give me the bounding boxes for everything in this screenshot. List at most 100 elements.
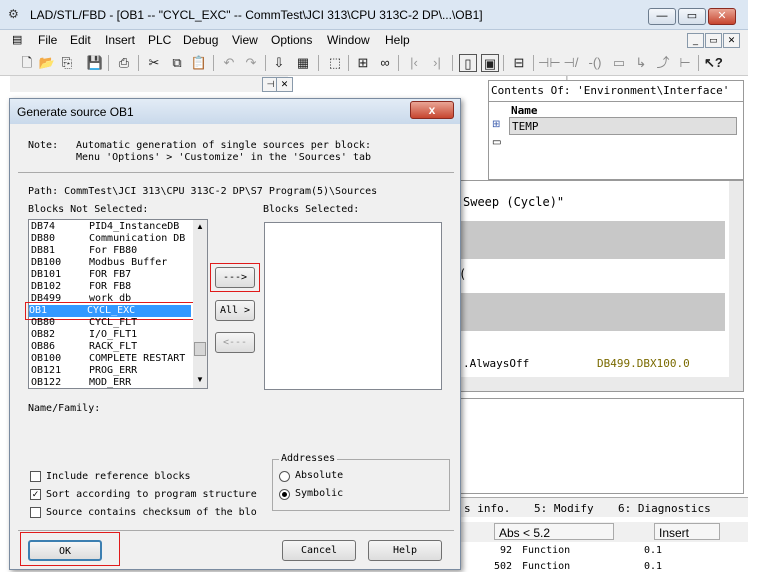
block-list-item[interactable]: DB101 FOR FB7 <box>31 269 191 281</box>
block-list-item[interactable]: OB80 CYCL_FLT <box>31 317 191 329</box>
include-reference-checkbox[interactable] <box>30 471 41 482</box>
block-icon[interactable]: ⊟ <box>510 54 528 72</box>
pane-close-button[interactable]: ✕ <box>276 77 293 92</box>
mdi-minimize-button[interactable]: _ <box>687 33 704 48</box>
network2-icon[interactable]: ⊞ <box>354 54 372 72</box>
block-list-item[interactable]: DB80 Communication DB <box>31 233 191 245</box>
print-icon[interactable]: ⎙ <box>115 54 133 72</box>
jump-back-icon[interactable]: |‹ <box>405 54 423 72</box>
toolbar: 🗋 📂 ⎘ 💾 ⎙ ✂ ⧉ 📋 ↶ ↷ ⇩ ▦ ⬚ ⊞ ∞ |‹ ›| ▯ ▣ … <box>0 50 748 88</box>
mdi-restore-button[interactable]: ▭ <box>705 33 722 48</box>
scroll-up-icon[interactable]: ▲ <box>196 222 204 231</box>
interface-row-temp[interactable]: TEMP <box>509 117 737 135</box>
new-icon[interactable]: 🗋 <box>18 54 36 72</box>
select-icon[interactable]: ⬚ <box>326 54 344 72</box>
branch-open-icon[interactable]: ↳ <box>632 54 650 72</box>
toolbar-separator <box>348 55 349 71</box>
blocks-selected-label: Blocks Selected: <box>263 204 360 215</box>
block-id: OB100 <box>31 353 62 364</box>
blocks-not-selected-list[interactable]: DB74 PID4_InstanceDB DB80 Communication DB D… <box>25 219 208 389</box>
addresses-group: Addresses Absolute Symbolic <box>272 453 450 511</box>
block-id: DB81 <box>31 245 56 256</box>
load-icon[interactable]: ⇩ <box>270 54 288 72</box>
dialog-close-button[interactable]: x <box>410 101 454 119</box>
block-list-item[interactable]: OB122 MOD_ERR <box>31 377 191 389</box>
close-button[interactable]: ✕ <box>708 8 736 25</box>
cancel-button[interactable]: Cancel <box>282 540 356 561</box>
box-icon[interactable]: ▭ <box>610 54 628 72</box>
menu-edit[interactable]: Edit <box>70 33 91 47</box>
code-address: DB499.DBX100.0 <box>597 357 690 370</box>
block-id: DB74 <box>31 221 56 232</box>
monitor-icon[interactable]: ▦ <box>294 54 312 72</box>
symbolic-radio[interactable] <box>279 489 290 500</box>
remove-block-button[interactable]: <--- <box>215 332 255 353</box>
list-scrollbar[interactable]: ▲ ▼ <box>193 220 207 388</box>
add-all-button[interactable]: All > <box>215 300 255 321</box>
menu-plc[interactable]: PLC <box>148 33 171 47</box>
menu-insert[interactable]: Insert <box>105 33 135 47</box>
copy-icon[interactable]: ⧉ <box>168 54 186 72</box>
block-list-item[interactable]: OB121 PROG_ERR <box>31 365 191 377</box>
block-list-item[interactable]: DB81 For FB80 <box>31 245 191 257</box>
code-vertical-scrollbar[interactable] <box>729 181 743 377</box>
code-horizontal-scrollbar[interactable] <box>459 377 743 391</box>
code-editor[interactable]: Sweep (Cycle)" ( .AlwaysOff DB499.DBX100… <box>458 180 744 392</box>
row-type: Function <box>522 545 571 556</box>
cut-icon[interactable]: ✂ <box>145 54 163 72</box>
help-icon[interactable]: ↖? <box>704 54 723 72</box>
paste-icon[interactable]: 📋 <box>190 54 208 72</box>
block-list-item[interactable]: DB74 PID4_InstanceDB <box>31 221 191 233</box>
tab-diagnostics[interactable]: 6: Diagnostics <box>618 502 711 515</box>
jump-fwd-icon[interactable]: ›| <box>428 54 446 72</box>
block-list-item[interactable]: DB102 FOR FB8 <box>31 281 191 293</box>
block-id: DB101 <box>31 269 62 280</box>
details-icon[interactable]: ▣ <box>481 54 499 72</box>
menu-help[interactable]: Help <box>385 33 410 47</box>
menu-options[interactable]: Options <box>271 33 312 47</box>
block-name: COMPLETE RESTART <box>89 353 186 364</box>
scroll-thumb[interactable] <box>194 342 206 356</box>
open-icon[interactable]: 📂 <box>38 54 56 72</box>
checksum-checkbox[interactable] <box>30 507 41 518</box>
menu-view[interactable]: View <box>232 33 258 47</box>
maximize-button[interactable]: ▭ <box>678 8 706 25</box>
sort-structure-checkbox[interactable]: ✓ <box>30 489 41 500</box>
toolbar-separator <box>398 55 399 71</box>
network-icon[interactable]: ⎘ <box>58 54 76 72</box>
block-name: For FB80 <box>89 245 138 256</box>
window-title: LAD/STL/FBD - [OB1 -- "CYCL_EXC" -- Comm… <box>30 8 483 22</box>
scroll-down-icon[interactable]: ▼ <box>196 375 204 384</box>
block-list-item[interactable]: OB100 COMPLETE RESTART <box>31 353 191 365</box>
tab-info[interactable]: s info. <box>464 502 510 515</box>
contact-nc-icon[interactable]: ⊣/⊢ <box>562 54 580 88</box>
declaration-icon: ▭ <box>492 137 502 148</box>
menu-window[interactable]: Window <box>327 33 370 47</box>
glasses-icon[interactable]: ∞ <box>376 54 394 72</box>
tab-modify[interactable]: 5: Modify <box>534 502 594 515</box>
block-id: OB82 <box>31 329 56 340</box>
absolute-radio[interactable] <box>279 471 290 482</box>
redo-icon[interactable]: ↷ <box>242 54 260 72</box>
menu-file[interactable]: File <box>38 33 57 47</box>
block-list-item[interactable]: DB100 Modbus Buffer <box>31 257 191 269</box>
block-name: FOR FB7 <box>89 269 132 280</box>
save-icon[interactable]: 💾 <box>86 54 104 72</box>
connection-icon[interactable]: ⊢ <box>676 54 694 72</box>
block-list-item[interactable]: OB86 RACK_FLT <box>31 341 191 353</box>
overview-pane-header: ⊣ ✕ <box>10 76 293 92</box>
overview-icon[interactable]: ▯ <box>459 54 477 72</box>
contact-no-icon[interactable]: ⊣⊢ <box>538 54 561 72</box>
block-id: OB122 <box>31 377 62 388</box>
minimize-button[interactable]: — <box>648 8 676 25</box>
blocks-selected-list[interactable] <box>264 222 442 390</box>
menu-debug[interactable]: Debug <box>183 33 218 47</box>
coil-icon[interactable]: -() <box>586 54 604 72</box>
block-list-item[interactable]: OB82 I/O_FLT1 <box>31 329 191 341</box>
block-name: PID4_InstanceDB <box>89 221 180 232</box>
branch-close-icon[interactable]: ⤴ <box>654 54 672 72</box>
interface-panel: Contents Of: 'Environment\Interface' Nam… <box>488 80 744 180</box>
help-button[interactable]: Help <box>368 540 442 561</box>
undo-icon[interactable]: ↶ <box>220 54 238 72</box>
mdi-close-button[interactable]: ✕ <box>723 33 740 48</box>
